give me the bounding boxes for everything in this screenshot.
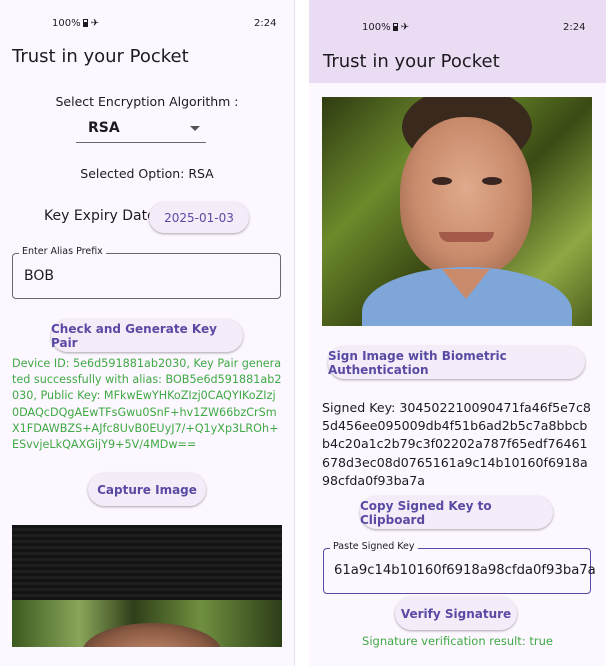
battery-icon [82,19,88,27]
alias-prefix-field[interactable]: Enter Alias Prefix BOB [12,246,281,299]
alias-prefix-label: Enter Alias Prefix [19,246,106,257]
capture-image-button[interactable]: Capture Image [88,473,206,506]
paste-signed-key-field[interactable]: Paste Signed Key 61a9c14b10160f6918a98cf… [323,541,596,594]
algorithm-value: RSA [88,120,120,136]
verify-signature-button[interactable]: Verify Signature [395,597,517,630]
expiry-label: Key Expiry Date: [44,208,161,224]
screen-divider [294,0,309,666]
airplane-icon: ✈ [400,22,409,33]
expiry-date-button[interactable]: 2025-01-03 [149,202,249,233]
status-bar-right: 100% ✈ [362,22,409,33]
dropdown-caret-icon [190,126,200,131]
paste-signed-key-label: Paste Signed Key [330,541,418,552]
left-screen: 100% ✈ 2:24 Trust in your Pocket Select E… [0,0,294,666]
status-bar-left: 100% ✈ [52,18,99,29]
sign-image-button[interactable]: Sign Image with Biometric Authentication [328,346,585,379]
battery-percent: 100% [362,22,391,33]
verification-result: Signature verification result: true [362,634,553,648]
app-title: Trust in your Pocket [12,46,189,67]
algorithm-dropdown[interactable]: RSA [76,113,206,143]
app-title: Trust in your Pocket [323,51,500,72]
paste-signed-key-value: 61a9c14b10160f6918a98cfda0f93ba7a [334,563,596,578]
selected-option-text: Selected Option: RSA [80,166,214,181]
status-time: 2:24 [563,22,586,33]
generate-key-pair-button[interactable]: Check and Generate Key Pair [51,319,243,352]
signed-key-text: Signed Key: 304502210090471fa46f5e7c85d4… [322,400,591,488]
screen-divider-line [294,0,295,666]
copy-signed-key-button[interactable]: Copy Signed Key to Clipboard [360,496,553,529]
captured-image-preview [12,525,282,647]
key-pair-info: Device ID: 5e6d591881ab2030, Key Pair ge… [12,357,282,452]
battery-percent: 100% [52,18,81,29]
right-screen: 100% ✈ 2:24 Trust in your Pocket Sign Ima… [309,0,606,666]
status-time: 2:24 [254,18,277,29]
battery-icon [392,23,398,31]
airplane-icon: ✈ [90,18,99,29]
alias-prefix-value: BOB [24,268,54,284]
algorithm-label: Select Encryption Algorithm : [55,94,239,109]
portrait-image [322,97,592,326]
